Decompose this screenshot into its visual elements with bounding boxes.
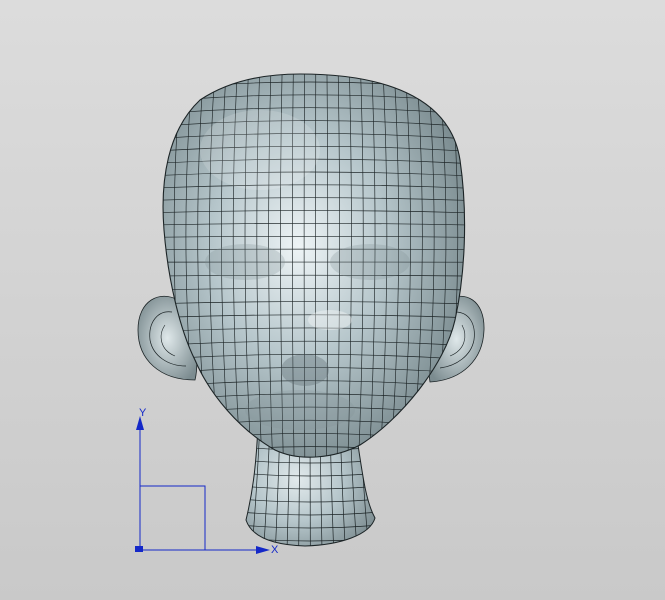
x-axis-arrow <box>256 546 270 554</box>
x-axis-label: X <box>271 544 279 556</box>
triad-origin-marker <box>135 546 143 552</box>
triad-plane-square <box>139 485 206 551</box>
graphics-viewport[interactable]: Y X <box>0 0 665 600</box>
y-axis-label: Y <box>139 407 147 419</box>
coordinate-triad <box>135 416 270 554</box>
